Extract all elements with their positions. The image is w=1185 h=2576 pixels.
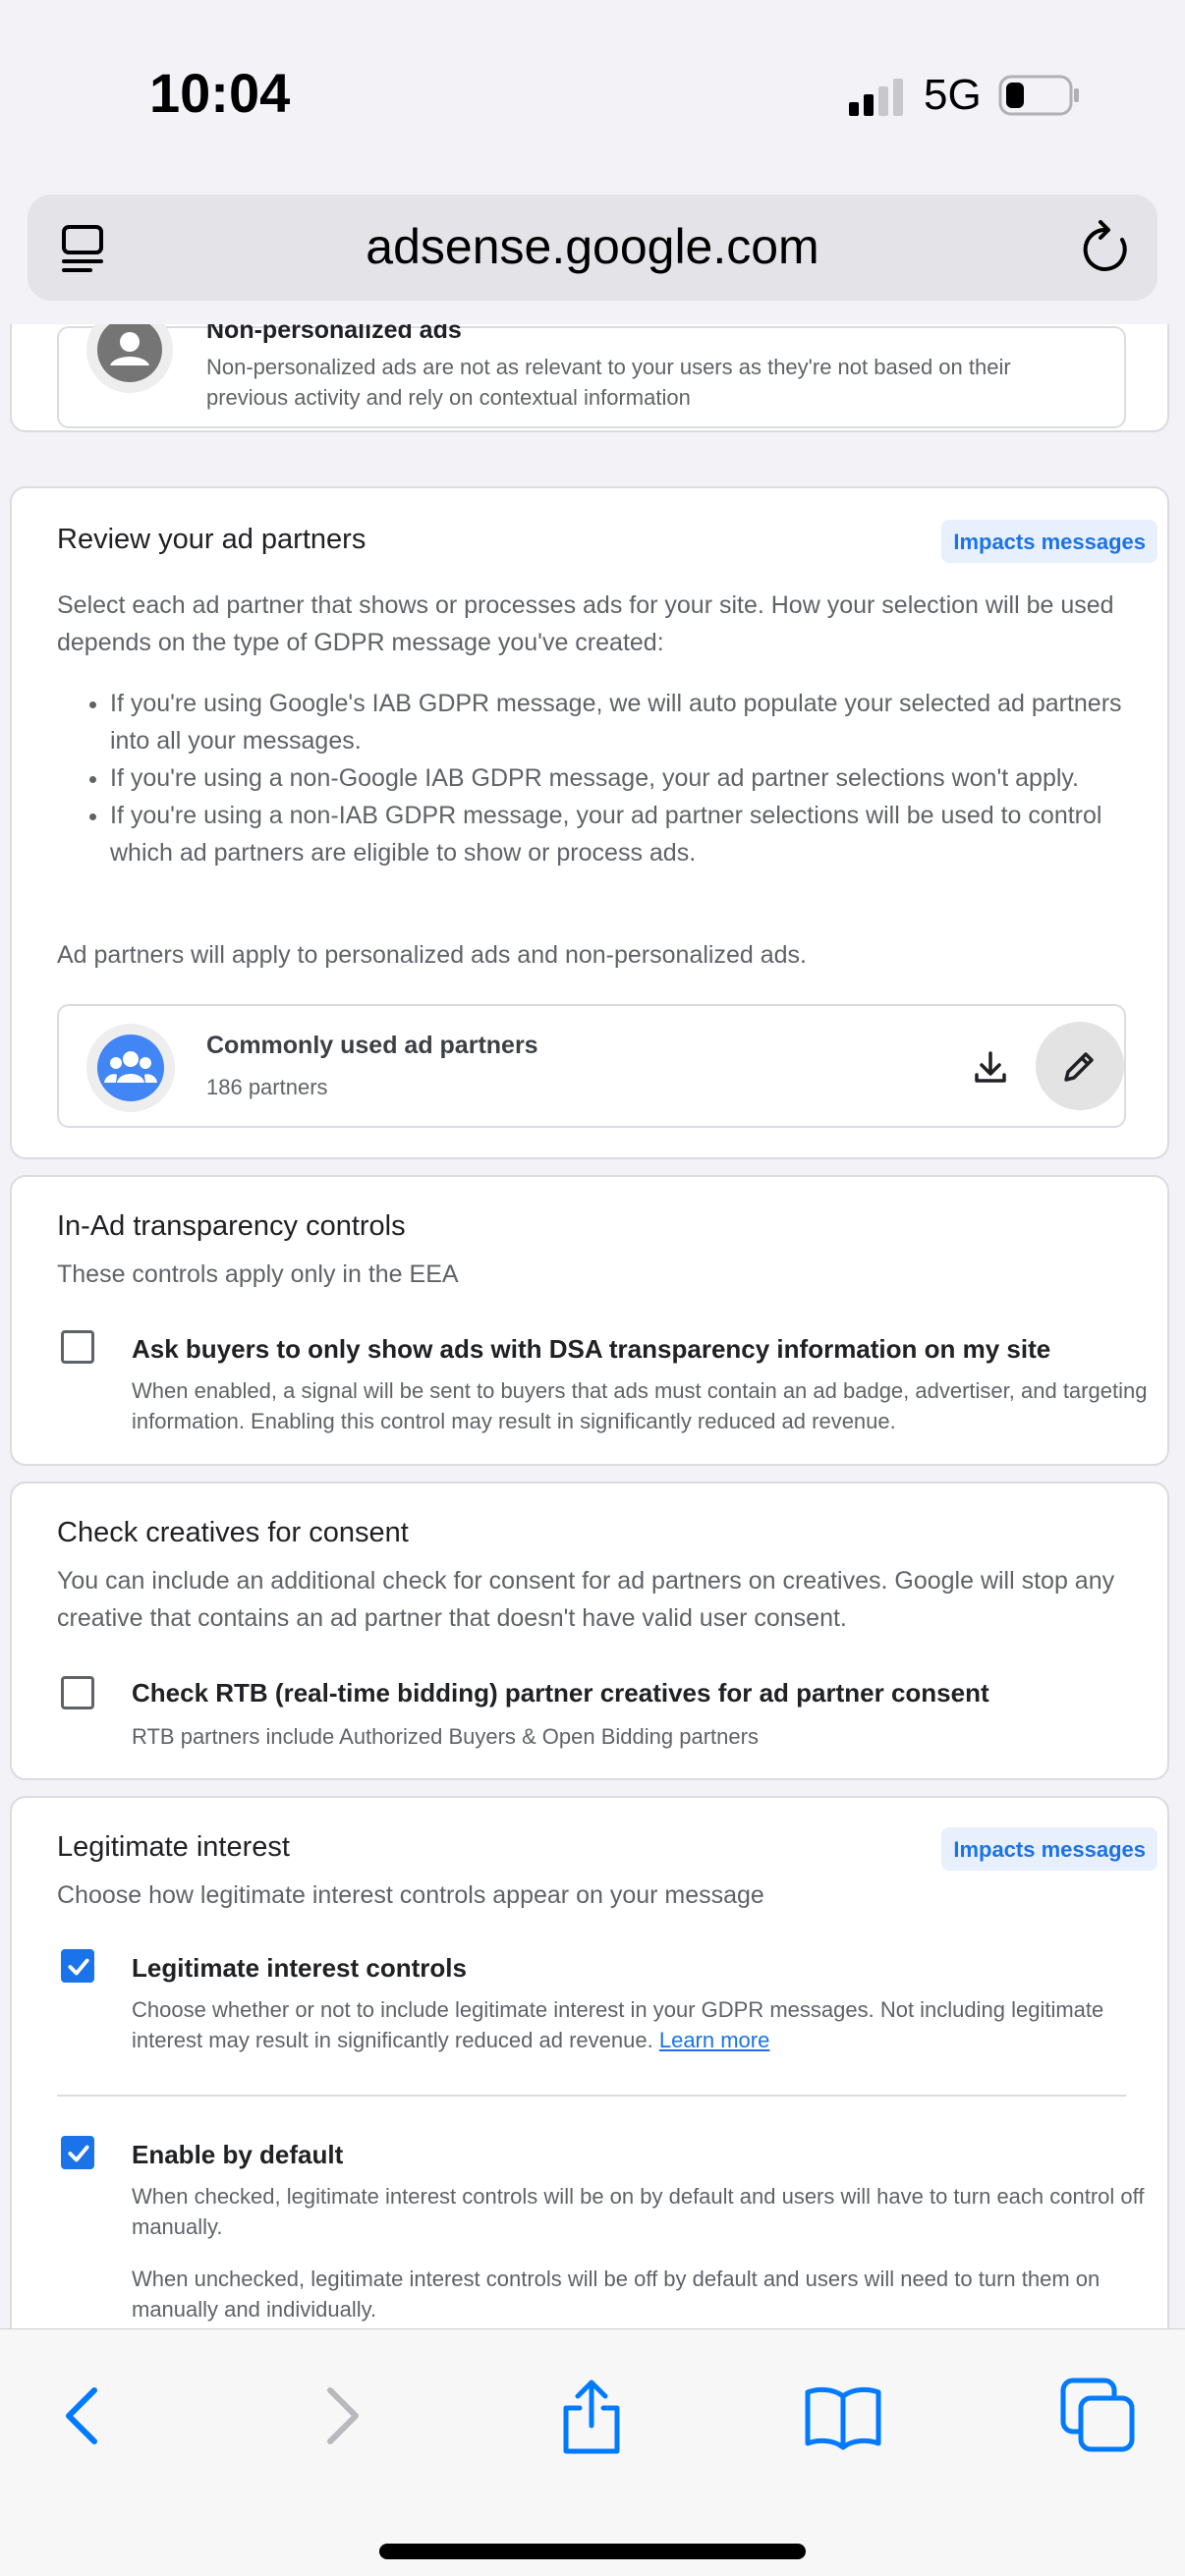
ad-partners-bullets: If you're using Google's IAB GDPR messag… xyxy=(110,685,1157,871)
legitimate-interest-subtitle: Choose how legitimate interest controls … xyxy=(57,1881,764,1909)
consent-title: Check creatives for consent xyxy=(57,1517,409,1548)
transparency-subtitle: These controls apply only in the EEA xyxy=(57,1260,459,1288)
legitimate-interest-controls-description: Choose whether or not to include legitim… xyxy=(132,1994,1157,2055)
share-icon[interactable] xyxy=(552,2377,631,2455)
legitimate-interest-controls-label: Legitimate interest controls xyxy=(132,1953,467,1983)
enable-by-default-label: Enable by default xyxy=(132,2140,344,2169)
address-bar[interactable]: adsense.google.com xyxy=(28,195,1157,301)
bullet-item: If you're using a non-Google IAB GDPR me… xyxy=(110,759,1157,797)
back-icon[interactable] xyxy=(45,2377,124,2455)
bullet-item: If you're using Google's IAB GDPR messag… xyxy=(110,685,1157,759)
partner-list-row[interactable]: Commonly used ad partners 186 partners xyxy=(57,1004,1126,1128)
home-indicator xyxy=(379,2544,806,2559)
dsa-transparency-label: Ask buyers to only show ads with DSA tra… xyxy=(132,1334,1051,1364)
enable-by-default-checked-description: When checked, legitimate interest contro… xyxy=(132,2184,1145,2239)
bookmarks-icon[interactable] xyxy=(804,2377,882,2455)
enable-by-default-unchecked-description: When unchecked, legitimate interest cont… xyxy=(132,2267,1100,2322)
learn-more-link[interactable]: Learn more xyxy=(659,2028,770,2052)
tabs-icon[interactable] xyxy=(1059,2377,1138,2455)
transparency-title: In-Ad transparency controls xyxy=(57,1210,406,1242)
ad-partners-title: Review your ad partners xyxy=(57,524,367,555)
reload-icon[interactable] xyxy=(1079,218,1134,277)
edit-button[interactable] xyxy=(1036,1022,1124,1110)
status-bar: 10:04 5G xyxy=(0,0,1185,187)
browser-toolbar xyxy=(0,2328,1185,2576)
non-personalized-description: Non-personalized ads are not as relevant… xyxy=(206,355,1011,410)
controls-description-text: Choose whether or not to include legitim… xyxy=(132,1997,1104,2052)
status-time: 10:04 xyxy=(149,62,291,124)
cellular-signal-icon xyxy=(849,79,903,116)
impacts-messages-badge: Impacts messages xyxy=(941,520,1157,563)
rtb-consent-checkbox[interactable] xyxy=(61,1676,94,1709)
pencil-icon xyxy=(1064,1052,1094,1082)
consent-card: Check creatives for consent You can incl… xyxy=(10,1482,1169,1780)
dsa-transparency-description: When enabled, a signal will be sent to b… xyxy=(132,1378,1148,1433)
checkmark-icon xyxy=(68,1958,89,1976)
consent-intro: You can include an additional check for … xyxy=(57,1567,1115,1632)
legitimate-interest-title: Legitimate interest xyxy=(57,1831,290,1863)
ad-partners-note: Ad partners will apply to personalized a… xyxy=(57,941,807,969)
partner-list-name: Commonly used ad partners xyxy=(206,1032,538,1059)
network-type-label: 5G xyxy=(924,71,982,119)
forward-icon[interactable] xyxy=(301,2377,379,2455)
ad-partners-intro: Select each ad partner that shows or pro… xyxy=(57,591,1114,656)
group-icon xyxy=(86,1024,175,1112)
ads-type-card: Non-personalized ads Non-personalized ad… xyxy=(10,324,1169,432)
download-icon[interactable] xyxy=(971,1047,1010,1087)
partner-list-count: 186 partners xyxy=(206,1075,328,1099)
non-personalized-title: Non-personalized ads xyxy=(206,324,462,344)
non-personalized-option[interactable]: Non-personalized ads Non-personalized ad… xyxy=(57,324,1126,428)
checkmark-icon xyxy=(68,2145,89,2162)
rtb-consent-description: RTB partners include Authorized Buyers &… xyxy=(132,1724,759,1749)
divider xyxy=(57,2095,1126,2097)
impacts-messages-badge: Impacts messages xyxy=(941,1827,1157,1871)
url-text[interactable]: adsense.google.com xyxy=(28,218,1157,275)
transparency-card: In-Ad transparency controls These contro… xyxy=(10,1175,1169,1466)
legitimate-interest-card: Legitimate interest Impacts messages Cho… xyxy=(10,1796,1169,2328)
person-avatar-icon xyxy=(86,324,173,393)
ad-partners-card: Review your ad partners Impacts messages… xyxy=(10,486,1169,1159)
bullet-item: If you're using a non-IAB GDPR message, … xyxy=(110,797,1157,871)
battery-icon xyxy=(998,75,1079,116)
dsa-transparency-checkbox[interactable] xyxy=(61,1330,94,1364)
enable-by-default-checkbox[interactable] xyxy=(61,2136,94,2169)
page-content: Non-personalized ads Non-personalized ad… xyxy=(0,324,1185,2328)
rtb-consent-label: Check RTB (real-time bidding) partner cr… xyxy=(132,1678,989,1708)
legitimate-interest-controls-checkbox[interactable] xyxy=(61,1949,94,1983)
